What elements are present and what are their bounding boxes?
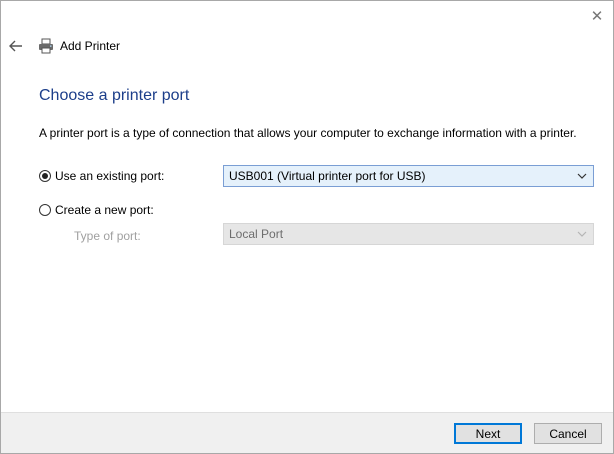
dialog-header: Add Printer xyxy=(37,37,120,55)
add-printer-dialog: ✕ Add Printer Choose a printer port A pr… xyxy=(0,0,614,454)
port-type-dropdown: Local Port xyxy=(223,223,594,245)
radio-selected-dot xyxy=(42,173,48,179)
existing-port-dropdown[interactable]: USB001 (Virtual printer port for USB) xyxy=(223,165,594,187)
close-button[interactable]: ✕ xyxy=(585,5,609,27)
port-type-value: Local Port xyxy=(229,227,284,241)
arrow-left-icon xyxy=(9,40,22,52)
existing-port-label: Use an existing port: xyxy=(55,169,165,183)
dialog-title: Add Printer xyxy=(60,39,121,53)
close-icon: ✕ xyxy=(590,8,604,25)
existing-port-radio[interactable]: Use an existing port: xyxy=(39,169,164,183)
back-button[interactable] xyxy=(6,36,26,56)
next-button[interactable]: Next xyxy=(454,423,522,444)
page-description: A printer port is a type of connection t… xyxy=(39,126,577,140)
chevron-down-icon xyxy=(577,231,587,237)
new-port-radio[interactable]: Create a new port: xyxy=(39,203,154,217)
printer-icon xyxy=(39,38,53,54)
chevron-down-icon xyxy=(577,173,587,179)
port-type-label: Type of port: xyxy=(74,229,141,243)
radio-circle[interactable] xyxy=(39,204,51,216)
cancel-button[interactable]: Cancel xyxy=(534,423,602,444)
dialog-footer: Next Cancel xyxy=(1,412,613,453)
existing-port-value: USB001 (Virtual printer port for USB) xyxy=(229,169,426,183)
page-title: Choose a printer port xyxy=(39,87,190,104)
new-port-label: Create a new port: xyxy=(55,203,154,217)
radio-circle[interactable] xyxy=(39,170,51,182)
